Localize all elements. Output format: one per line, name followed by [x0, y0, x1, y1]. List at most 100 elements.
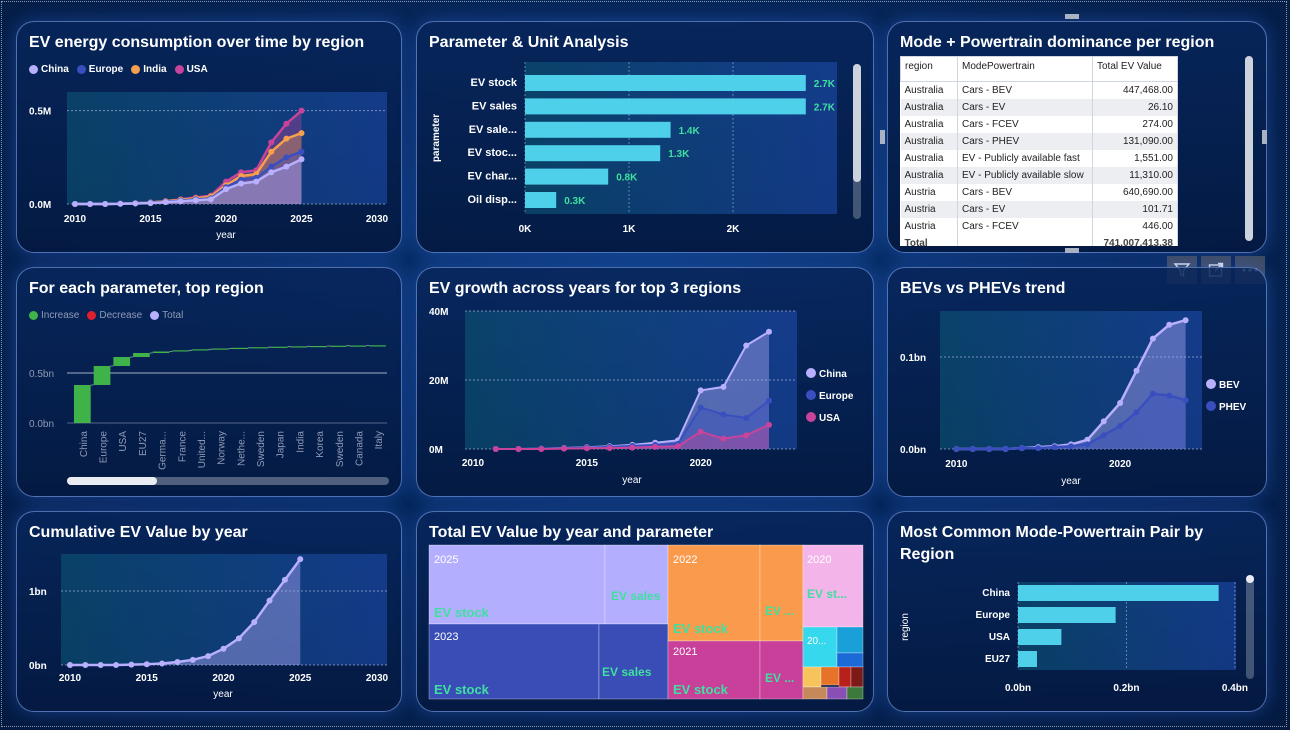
data-point	[766, 328, 772, 335]
tile-label: EV stock	[434, 682, 490, 697]
mode-powertrain-table[interactable]: region ModePowertrain Total EV Value Aus…	[900, 56, 1178, 246]
column-header-total-ev-value[interactable]: Total EV Value	[1092, 56, 1178, 82]
growth-area-chart[interactable]: 0M 20M 40M 2010 2015 2020 year China Europe USA	[417, 268, 874, 497]
y-tick-label: 1bn	[29, 587, 47, 598]
data-point	[220, 645, 227, 652]
scrollbar-thumb[interactable]	[1245, 56, 1253, 241]
data-point	[1035, 445, 1042, 452]
resize-handle[interactable]	[1262, 130, 1267, 144]
resize-handle[interactable]	[880, 130, 885, 144]
table-row[interactable]: Australia Cars - FCEV 274.00	[900, 116, 1178, 133]
column-header-region[interactable]: region	[900, 56, 958, 82]
ev-value-treemap-card[interactable]: Total EV Value by year and parameter 202…	[416, 511, 874, 712]
table-row[interactable]: Australia EV - Publicly available slow 11,…	[900, 167, 1178, 184]
legend-label: USA	[819, 413, 840, 424]
category-label: EV sales	[472, 100, 517, 112]
tile-year-label: 2022	[673, 554, 697, 566]
common-pair-card[interactable]: Most Common Mode-Powertrain Pair by Regi…	[887, 511, 1267, 712]
data-point	[268, 139, 275, 146]
data-point	[1117, 400, 1124, 406]
cell-region: Australia	[900, 81, 958, 99]
data-point	[515, 446, 522, 452]
data-point	[1166, 392, 1173, 399]
table-row[interactable]: Austria Cars - EV 101.71	[900, 201, 1178, 218]
category-label: Germa...	[158, 431, 169, 470]
data-point	[253, 178, 260, 185]
tile-label: EV st...	[807, 587, 847, 601]
x-axis-label: year	[622, 475, 642, 486]
data-point	[1149, 390, 1156, 397]
table-row[interactable]: Australia Cars - PHEV 131,090.00	[900, 133, 1178, 150]
data-point	[283, 163, 290, 170]
energy-line-chart[interactable]: 0.0M 0.5M 2010 2015 2020 2025 2030 year	[17, 22, 402, 253]
data-point	[162, 199, 169, 206]
tile-year-label: 2020	[807, 554, 831, 566]
cell-region: Australia	[900, 167, 958, 184]
bar	[525, 121, 671, 138]
data-point	[720, 435, 727, 442]
table-row[interactable]: Australia Cars - BEV 447,468.00	[900, 81, 1178, 99]
column-header-modepowertrain[interactable]: ModePowertrain	[957, 56, 1093, 82]
table-vertical-scrollbar[interactable]	[1245, 56, 1253, 241]
resize-handle[interactable]	[1065, 14, 1079, 19]
common-pair-bar-chart[interactable]: 0.0bn 0.2bn 0.4bn region China Europe USA EU27	[888, 512, 1267, 712]
cumulative-ev-card[interactable]: Cumulative EV Value by year 0bn 1bn 2010 20…	[16, 511, 402, 712]
y-axis-label: region	[900, 613, 911, 641]
bev-phev-area-chart[interactable]: 0.0bn 0.1bn 2010 2020 year BEV PHEV	[888, 268, 1267, 497]
energy-consumption-card[interactable]: EV energy consumption over time by regio…	[16, 21, 402, 253]
cell-mode-powertrain: Cars - BEV	[957, 184, 1093, 201]
data-point	[205, 653, 212, 660]
data-point	[953, 446, 960, 452]
data-point	[238, 180, 245, 187]
top-region-card[interactable]: For each parameter, top region Increase D…	[16, 267, 402, 497]
data-point	[583, 445, 590, 452]
cell-total-ev-value: 446.00	[1092, 218, 1178, 235]
waterfall-bar	[270, 346, 288, 348]
data-point	[561, 445, 568, 452]
bar	[1018, 629, 1062, 645]
x-tick-label: 2K	[727, 224, 741, 235]
treemap-tile	[802, 666, 822, 688]
treemap-tile	[802, 686, 828, 700]
data-point	[87, 201, 94, 207]
x-tick-label: 2010	[945, 459, 968, 470]
waterfall-chart[interactable]: 0.0bn 0.5bn China Europe USA EU27 Germa... Fran…	[17, 268, 402, 497]
table-row[interactable]: Austria Cars - BEV 640,690.00	[900, 184, 1178, 201]
treemap-tile	[820, 666, 840, 686]
treemap-chart[interactable]: 2025 EV stock EV sales 2023 EV stock EV sales…	[417, 512, 874, 712]
data-point	[1182, 317, 1189, 324]
legend-marker	[806, 412, 816, 422]
parameter-unit-card[interactable]: Parameter & Unit Analysis 0K 1K 2K paramete…	[416, 21, 874, 253]
resize-handle[interactable]	[1065, 248, 1079, 253]
bev-phev-card[interactable]: BEVs vs PHEVs trend 0.0bn 0.1bn 2010 2020 ye…	[887, 267, 1267, 497]
mode-powertrain-card[interactable]: Mode + Powertrain dominance per region r…	[887, 21, 1267, 253]
treemap-tile	[759, 640, 804, 700]
table-row[interactable]: Australia Cars - EV 26.10	[900, 99, 1178, 116]
category-label: EU27	[985, 654, 1010, 665]
data-point	[1018, 445, 1025, 452]
vertical-scrollbar[interactable]	[1246, 575, 1254, 679]
scrollbar-thumb[interactable]	[1246, 575, 1254, 583]
tile-year-label: 2025	[434, 554, 458, 566]
data-point	[102, 201, 109, 207]
x-tick-label: 0K	[519, 224, 533, 235]
treemap-tile	[598, 623, 669, 700]
data-point	[298, 107, 305, 114]
cumulative-area-chart[interactable]: 0bn 1bn 2010 2015 2020 2025 2030 year	[17, 512, 402, 712]
table-row[interactable]: Austria Cars - FCEV 446.00	[900, 218, 1178, 235]
ev-growth-card[interactable]: EV growth across years for top 3 regions…	[416, 267, 874, 497]
parameter-bar-chart[interactable]: 0K 1K 2K parameter EV stock 2.7K EV sales 2.7K E…	[417, 22, 874, 253]
x-tick-label: 2015	[139, 214, 162, 225]
table-row[interactable]: Australia EV - Publicly available fast 1,5…	[900, 150, 1178, 167]
data-label: 2.7K	[814, 102, 836, 113]
cell-region: Austria	[900, 201, 958, 218]
cell-region: Australia	[900, 116, 958, 133]
x-tick-label: 2030	[366, 214, 389, 225]
y-tick-label: 0.0M	[29, 200, 51, 211]
data-point	[720, 411, 727, 418]
bar	[525, 168, 609, 185]
scrollbar-thumb[interactable]	[853, 64, 861, 182]
vertical-scrollbar[interactable]	[853, 64, 861, 219]
cell-mode-powertrain: Cars - FCEV	[957, 116, 1093, 133]
data-point	[266, 597, 273, 604]
